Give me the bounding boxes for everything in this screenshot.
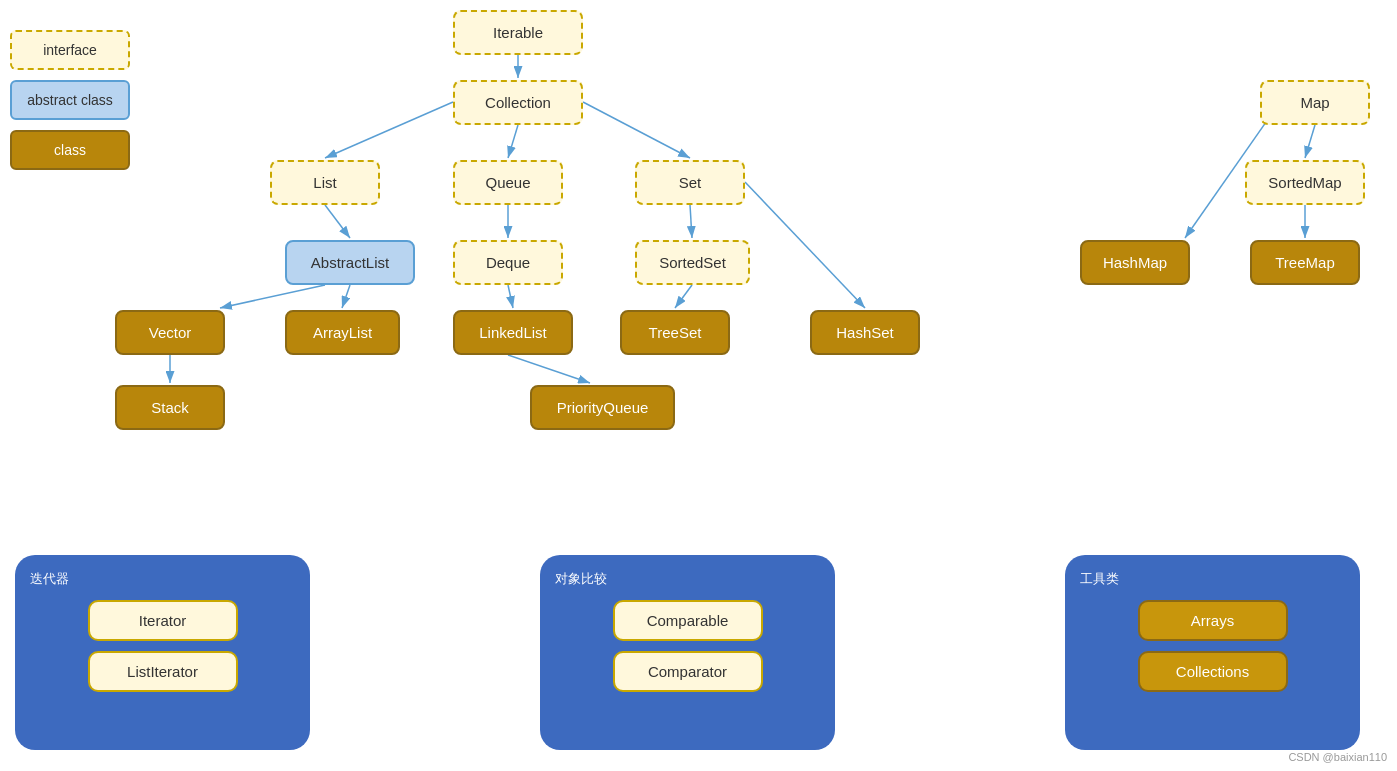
svg-line-13 <box>745 182 865 308</box>
node-vector: Vector <box>115 310 225 355</box>
svg-line-6 <box>325 205 350 238</box>
node-hashmap: HashMap <box>1080 240 1190 285</box>
node-abstractlist: AbstractList <box>285 240 415 285</box>
node-priorityqueue: PriorityQueue <box>530 385 675 430</box>
node-linkedlist: LinkedList <box>453 310 573 355</box>
legend-abstract: abstract class <box>10 80 130 120</box>
node-stack: Stack <box>115 385 225 430</box>
node-hashset: HashSet <box>810 310 920 355</box>
panel-compare-title: 对象比较 <box>555 570 820 588</box>
legend: interface abstract class class <box>10 30 130 170</box>
panel-iterator-items: Iterator ListIterator <box>30 600 295 692</box>
svg-line-16 <box>1305 125 1315 158</box>
svg-line-10 <box>342 285 350 308</box>
watermark: CSDN @baixian110 <box>1288 751 1387 763</box>
svg-line-3 <box>325 102 453 158</box>
node-list: List <box>270 160 380 205</box>
node-sortedset: SortedSet <box>635 240 750 285</box>
node-collection: Collection <box>453 80 583 125</box>
svg-line-15 <box>508 355 590 383</box>
svg-line-12 <box>675 285 692 308</box>
node-iterable: Iterable <box>453 10 583 55</box>
node-listiterator: ListIterator <box>88 651 238 692</box>
panel-utils-title: 工具类 <box>1080 570 1345 588</box>
node-treeset: TreeSet <box>620 310 730 355</box>
panel-iterator: 迭代器 Iterator ListIterator <box>15 555 310 750</box>
node-collections: Collections <box>1138 651 1288 692</box>
panel-utils: 工具类 Arrays Collections <box>1065 555 1360 750</box>
legend-class: class <box>10 130 130 170</box>
svg-line-11 <box>508 285 513 308</box>
node-arraylist: ArrayList <box>285 310 400 355</box>
svg-line-9 <box>220 285 325 308</box>
node-treemap: TreeMap <box>1250 240 1360 285</box>
panel-compare-items: Comparable Comparator <box>555 600 820 692</box>
node-sortedmap: SortedMap <box>1245 160 1365 205</box>
node-comparable: Comparable <box>613 600 763 641</box>
node-iterator: Iterator <box>88 600 238 641</box>
diagram-container: interface abstract class class Iterable … <box>0 0 1397 771</box>
node-set: Set <box>635 160 745 205</box>
node-arrays: Arrays <box>1138 600 1288 641</box>
node-deque: Deque <box>453 240 563 285</box>
node-map: Map <box>1260 80 1370 125</box>
panel-iterator-title: 迭代器 <box>30 570 295 588</box>
panel-compare: 对象比较 Comparable Comparator <box>540 555 835 750</box>
node-comparator: Comparator <box>613 651 763 692</box>
svg-line-8 <box>690 205 692 238</box>
svg-line-4 <box>508 125 518 158</box>
panel-utils-items: Arrays Collections <box>1080 600 1345 692</box>
svg-line-5 <box>583 102 690 158</box>
node-queue: Queue <box>453 160 563 205</box>
legend-interface: interface <box>10 30 130 70</box>
